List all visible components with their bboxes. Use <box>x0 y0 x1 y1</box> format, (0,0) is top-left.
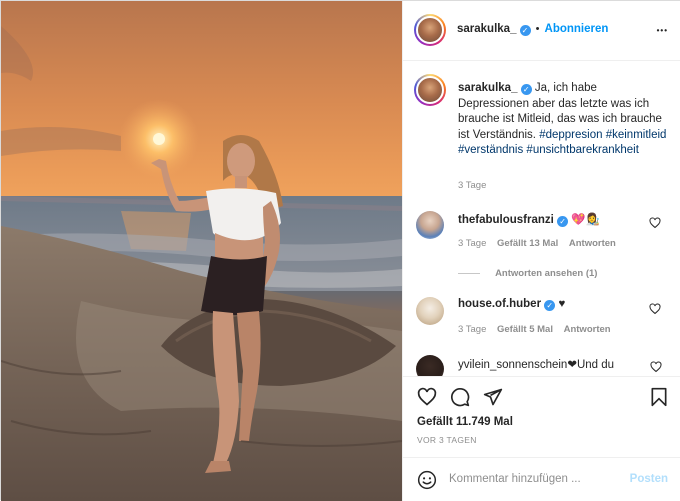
post-comment-button[interactable]: Posten <box>630 473 668 485</box>
comment-time[interactable]: 3 Tage <box>458 238 486 249</box>
author-line: sarakulka_ ✓ • Abonnieren <box>457 23 608 36</box>
comment-likes[interactable]: Gefällt 5 Mal <box>497 324 553 335</box>
view-replies-label[interactable]: Antworten ansehen (1) <box>495 268 597 279</box>
verified-icon: ✓ <box>519 25 531 36</box>
reply-button[interactable]: Antworten <box>569 238 616 249</box>
comment-username[interactable]: house.of.huber <box>458 298 541 310</box>
follow-button[interactable]: Abonnieren <box>545 23 609 35</box>
add-comment-bar: Kommentar hinzufügen ... Posten <box>403 457 680 501</box>
comment-item: thefabulousfranzi ✓ 💖👩‍🎨 <box>458 212 658 227</box>
comment-heart-icon[interactable] <box>649 217 661 229</box>
caption-time[interactable]: 3 Tage <box>458 180 486 191</box>
comment-input[interactable]: Kommentar hinzufügen ... <box>449 473 581 485</box>
comment-item: yvilein_sonnenschein❤Und du <box>458 357 658 371</box>
hashtag-link[interactable]: #deppresion <box>539 129 602 141</box>
verified-icon: ✓ <box>544 300 556 311</box>
commenter-avatar[interactable] <box>416 211 444 239</box>
comment-time[interactable]: 3 Tage <box>458 324 486 335</box>
comment-text: ♥ <box>558 298 566 310</box>
heart-icon[interactable] <box>417 387 437 407</box>
comment-meta: 3 Tage Gefällt 5 Mal Antworten <box>458 324 611 335</box>
post-date[interactable]: VOR 3 TAGEN <box>417 435 477 445</box>
verified-icon: ✓ <box>520 84 532 95</box>
commenter-avatar[interactable] <box>416 297 444 325</box>
post-header: sarakulka_ ✓ • Abonnieren ••• <box>403 1 680 61</box>
emoji-icon[interactable] <box>417 470 437 490</box>
caption: sarakulka_ ✓ Ja, ich habe Depressionen a… <box>458 81 668 159</box>
view-replies[interactable]: Antworten ansehen (1) <box>458 267 597 279</box>
hashtag-link[interactable]: #verständnis <box>458 144 523 156</box>
reply-button[interactable]: Antworten <box>564 324 611 335</box>
comment-text: ❤Und du <box>567 359 615 371</box>
caption-username[interactable]: sarakulka_ <box>458 82 517 94</box>
instagram-post: sarakulka_ ✓ • Abonnieren ••• sarakulka_… <box>0 0 680 501</box>
post-photo[interactable] <box>1 1 402 501</box>
bookmark-icon[interactable] <box>649 387 669 407</box>
photo-illustration <box>1 26 402 501</box>
comment-heart-icon[interactable] <box>649 303 661 315</box>
share-icon[interactable] <box>483 387 503 407</box>
comment-heart-icon[interactable] <box>650 361 662 373</box>
comment-username[interactable]: thefabulousfranzi <box>458 214 554 226</box>
caption-avatar[interactable] <box>414 74 446 106</box>
hashtag-link[interactable]: #keinmitleid <box>606 129 667 141</box>
hashtag-link[interactable]: #unsichtbarekrankheit <box>526 144 639 156</box>
comment-item: house.of.huber ✓ ♥ <box>458 298 658 311</box>
comment-clip: yvilein_sonnenschein❤Und du <box>403 351 680 376</box>
more-options-icon[interactable]: ••• <box>657 26 668 35</box>
comment-username[interactable]: yvilein_sonnenschein <box>458 359 567 371</box>
likes-count[interactable]: Gefällt 11.749 Mal <box>417 416 513 428</box>
author-avatar[interactable] <box>414 14 446 46</box>
comment-meta: 3 Tage Gefällt 13 Mal Antworten <box>458 238 616 249</box>
comment-icon[interactable] <box>450 387 470 407</box>
separator: • <box>535 23 540 35</box>
verified-icon: ✓ <box>557 216 569 227</box>
post-sidebar: sarakulka_ ✓ • Abonnieren ••• sarakulka_… <box>402 1 680 501</box>
commenter-avatar[interactable] <box>416 355 444 376</box>
comment-likes[interactable]: Gefällt 13 Mal <box>497 238 558 249</box>
replies-line <box>458 272 480 274</box>
comment-text: 💖👩‍🎨 <box>571 214 600 226</box>
author-username[interactable]: sarakulka_ <box>457 23 516 35</box>
